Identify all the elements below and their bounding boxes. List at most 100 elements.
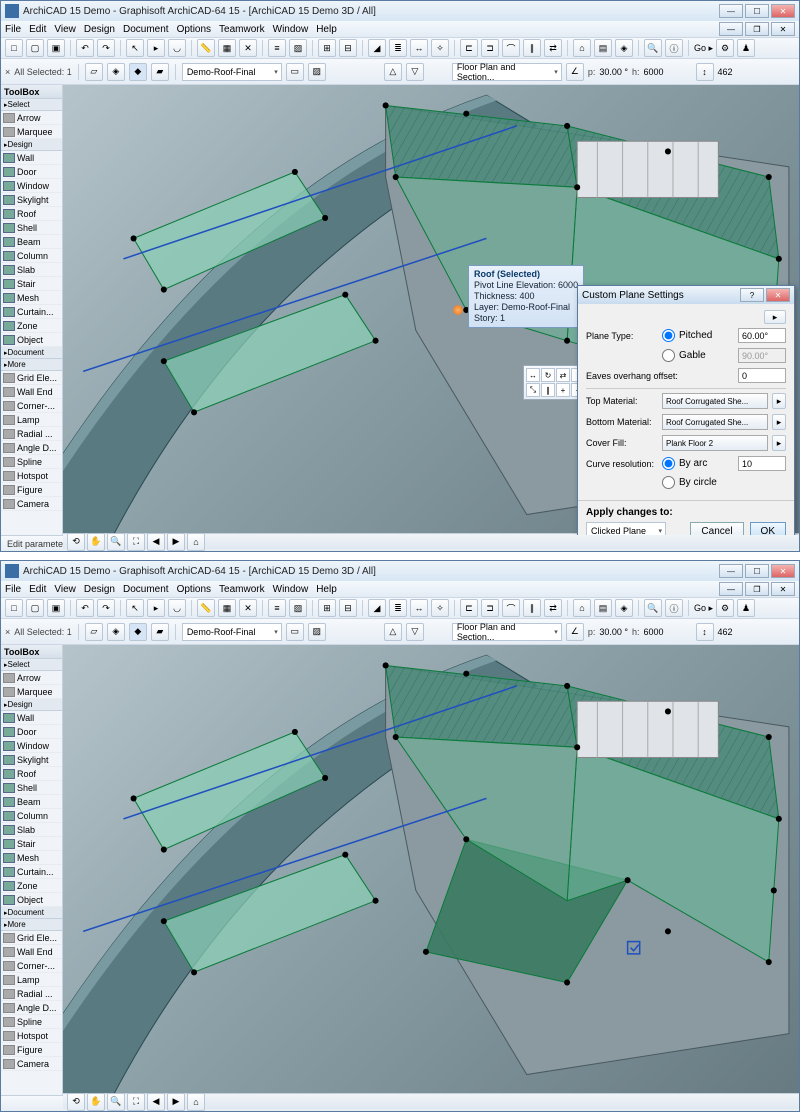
menu-edit[interactable]: Edit <box>29 584 46 595</box>
tool-zone[interactable]: Zone <box>1 319 62 333</box>
tool-distribute-icon[interactable]: ⊟ <box>339 599 357 617</box>
minimize-button[interactable]: — <box>719 564 743 578</box>
tool-extend-icon[interactable]: ⊐ <box>481 39 499 57</box>
section-design[interactable]: Design <box>1 699 62 711</box>
cover-fill-dropdown[interactable]: Plank Floor 2 <box>662 435 768 451</box>
tool-zone[interactable]: Zone <box>1 879 62 893</box>
tool-grid-icon[interactable]: ▦ <box>218 599 236 617</box>
tool-lamp[interactable]: Lamp <box>1 413 62 427</box>
doc-minimize-button[interactable]: — <box>719 22 743 36</box>
tool-trim-icon[interactable]: ⊏ <box>460 599 478 617</box>
tool-layer-icon[interactable]: ≡ <box>268 39 286 57</box>
offset-icon[interactable]: ↕ <box>696 623 714 641</box>
nav-home-icon[interactable]: ⌂ <box>187 1093 205 1111</box>
menu-view[interactable]: View <box>54 584 76 595</box>
tool-settings-icon[interactable]: ⚙ <box>716 599 734 617</box>
tool-spline[interactable]: Spline <box>1 455 62 469</box>
offset-icon[interactable]: ↕ <box>696 63 714 81</box>
pet-mirror-icon[interactable]: ⇄ <box>556 368 570 382</box>
tool-figure[interactable]: Figure <box>1 483 62 497</box>
pet-move-icon[interactable]: ↔ <box>526 368 540 382</box>
tool-angle-d[interactable]: Angle D... <box>1 441 62 455</box>
pet-offset-icon[interactable]: ∥ <box>541 383 555 397</box>
tool-measure-icon[interactable]: 📏 <box>197 39 215 57</box>
tool-skylight[interactable]: Skylight <box>1 753 62 767</box>
tool-section-icon[interactable]: ◢ <box>368 39 386 57</box>
radio-pitched[interactable] <box>662 329 675 342</box>
roof-mode-4[interactable]: ▰ <box>151 623 169 641</box>
tool-undo-icon[interactable]: ↶ <box>76 599 94 617</box>
tool-corner[interactable]: Corner-... <box>1 399 62 413</box>
dialog-close-button[interactable]: ✕ <box>766 288 790 302</box>
pet-rotate-icon[interactable]: ↻ <box>541 368 555 382</box>
tool-mirror-icon[interactable]: ⇄ <box>544 599 562 617</box>
tool-column[interactable]: Column <box>1 249 62 263</box>
nav-orbit-icon[interactable]: ⟲ <box>67 1093 85 1111</box>
nav-pan-icon[interactable]: ✋ <box>87 533 105 551</box>
menu-teamwork[interactable]: Teamwork <box>219 24 265 35</box>
tool-wand-icon[interactable]: ✧ <box>431 599 449 617</box>
tool-3d-icon[interactable]: ◈ <box>615 599 633 617</box>
tool-align-icon[interactable]: ⊞ <box>318 39 336 57</box>
tool-grid-ele[interactable]: Grid Ele... <box>1 931 62 945</box>
tool-wand-icon[interactable]: ✧ <box>431 39 449 57</box>
tool-trim-icon[interactable]: ⊏ <box>460 39 478 57</box>
tool-cursor-icon[interactable]: ↖ <box>126 39 144 57</box>
tool-paint-icon[interactable]: ▨ <box>289 599 307 617</box>
construct-2[interactable]: ▽ <box>406 623 424 641</box>
tool-beam[interactable]: Beam <box>1 235 62 249</box>
tool-radial[interactable]: Radial ... <box>1 427 62 441</box>
tool-shell[interactable]: Shell <box>1 781 62 795</box>
geometry-1[interactable]: ▭ <box>286 63 304 81</box>
tool-skylight[interactable]: Skylight <box>1 193 62 207</box>
section-select[interactable]: Select <box>1 99 62 111</box>
tool-arc-icon[interactable]: ◡ <box>168 39 186 57</box>
tool-undo-icon[interactable]: ↶ <box>76 39 94 57</box>
tool-wall-end[interactable]: Wall End <box>1 385 62 399</box>
tool-camera[interactable]: Camera <box>1 497 62 511</box>
nav-home-icon[interactable]: ⌂ <box>187 533 205 551</box>
bottom-material-dropdown[interactable]: Roof Corrugated She... <box>662 414 768 430</box>
tool-fillet-icon[interactable]: ⌒ <box>502 39 520 57</box>
roof-mode-4[interactable]: ▰ <box>151 63 169 81</box>
tool-redo-icon[interactable]: ↷ <box>97 599 115 617</box>
tool-radial[interactable]: Radial ... <box>1 987 62 1001</box>
menu-options[interactable]: Options <box>177 24 211 35</box>
nav-orbit-icon[interactable]: ⟲ <box>67 533 85 551</box>
construct-1[interactable]: △ <box>384 623 402 641</box>
menu-teamwork[interactable]: Teamwork <box>219 584 265 595</box>
tool-cursor-icon[interactable]: ↖ <box>126 599 144 617</box>
tool-door[interactable]: Door <box>1 725 62 739</box>
section-more[interactable]: More <box>1 359 62 371</box>
tool-home-icon[interactable]: ⌂ <box>573 599 591 617</box>
doc-minimize-button[interactable]: — <box>719 582 743 596</box>
menu-help[interactable]: Help <box>316 24 337 35</box>
close-button[interactable]: ✕ <box>771 4 795 18</box>
nav-pan-icon[interactable]: ✋ <box>87 1093 105 1111</box>
section-select[interactable]: Select <box>1 659 62 671</box>
tool-arrow[interactable]: Arrow <box>1 671 62 685</box>
tool-arc-icon[interactable]: ◡ <box>168 599 186 617</box>
tool-mesh[interactable]: Mesh <box>1 291 62 305</box>
tool-person-icon[interactable]: ♟ <box>737 599 755 617</box>
tool-views-icon[interactable]: ▤ <box>594 39 612 57</box>
tool-marquee[interactable]: Marquee <box>1 125 62 139</box>
tool-arrow[interactable]: Arrow <box>1 111 62 125</box>
tool-marquee[interactable]: Marquee <box>1 685 62 699</box>
tool-home-icon[interactable]: ⌂ <box>573 39 591 57</box>
doc-restore-button[interactable]: ❐ <box>745 582 769 596</box>
section-design[interactable]: Design <box>1 139 62 151</box>
pet-stretch-icon[interactable]: ⤡ <box>526 383 540 397</box>
tool-lines-icon[interactable]: ≣ <box>389 39 407 57</box>
tool-dimension-icon[interactable]: ↔ <box>410 599 428 617</box>
tool-dimension-icon[interactable]: ↔ <box>410 39 428 57</box>
tool-paint-icon[interactable]: ▨ <box>289 39 307 57</box>
menu-window[interactable]: Window <box>273 24 309 35</box>
apply-to-dropdown[interactable]: Clicked Plane <box>586 522 666 535</box>
tool-camera[interactable]: Camera <box>1 1057 62 1071</box>
tool-redo-icon[interactable]: ↷ <box>97 39 115 57</box>
eaves-offset-input[interactable] <box>738 368 786 383</box>
nav-zoom-icon[interactable]: 🔍 <box>107 533 125 551</box>
tool-curtain[interactable]: Curtain... <box>1 865 62 879</box>
tool-hotspot[interactable]: Hotspot <box>1 469 62 483</box>
